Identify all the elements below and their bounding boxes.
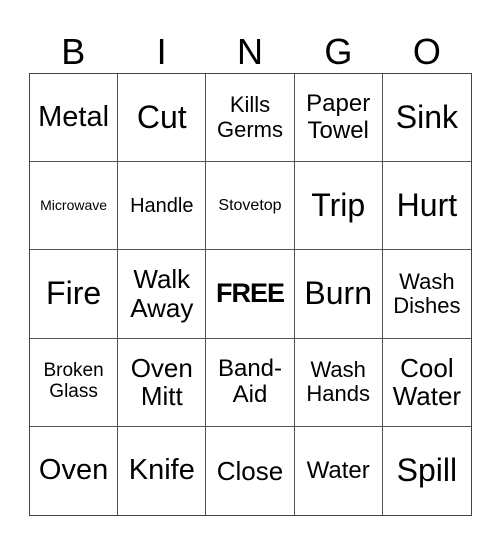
bingo-cell[interactable]: Handle [118,162,207,251]
bingo-cell[interactable]: Trip [294,162,383,251]
header-letter-g: G [324,31,353,72]
bingo-cell[interactable]: Walk Away [118,250,207,339]
bingo-card-grid: Metal Cut Kills Germs Paper Towel Sink Microw… [29,73,472,516]
bingo-cell[interactable]: Sink [382,74,471,163]
bingo-cell[interactable]: Water [295,426,383,515]
bingo-cell[interactable]: Fire [30,250,119,339]
bingo-cell[interactable]: Kills Germs [206,74,295,163]
bingo-cell[interactable]: Wash Hands [294,338,383,427]
header-letter-n: N [237,31,264,72]
header-letter-o: O [412,31,441,72]
bingo-cell[interactable]: Stovetop [206,162,295,251]
free-space-cell[interactable]: FREE [206,250,295,339]
bingo-cell[interactable]: Cool Water [382,339,471,427]
bingo-cell[interactable]: Broken Glass [30,338,119,427]
bingo-cell[interactable]: Cut [118,74,207,163]
bingo-header: B I N G O [29,30,471,74]
bingo-cell[interactable]: Wash Dishes [382,250,471,339]
bingo-cell[interactable]: Paper Towel [294,74,383,163]
header-letter-b: B [61,31,86,72]
bingo-cell[interactable]: Metal [30,74,119,163]
bingo-cell[interactable]: Burn [294,250,383,339]
bingo-cell[interactable]: Oven [30,426,119,515]
bingo-cell[interactable]: Hurt [382,162,471,251]
bingo-cell[interactable]: Knife [118,426,207,515]
bingo-cell[interactable]: Band-Aid [206,338,295,427]
header-letter-i: I [156,31,167,72]
bingo-cell[interactable]: Close [206,426,295,515]
bingo-cell[interactable]: Spill [383,427,471,515]
bingo-cell[interactable]: Oven Mitt [118,338,207,427]
bingo-cell[interactable]: Microwave [30,162,119,251]
